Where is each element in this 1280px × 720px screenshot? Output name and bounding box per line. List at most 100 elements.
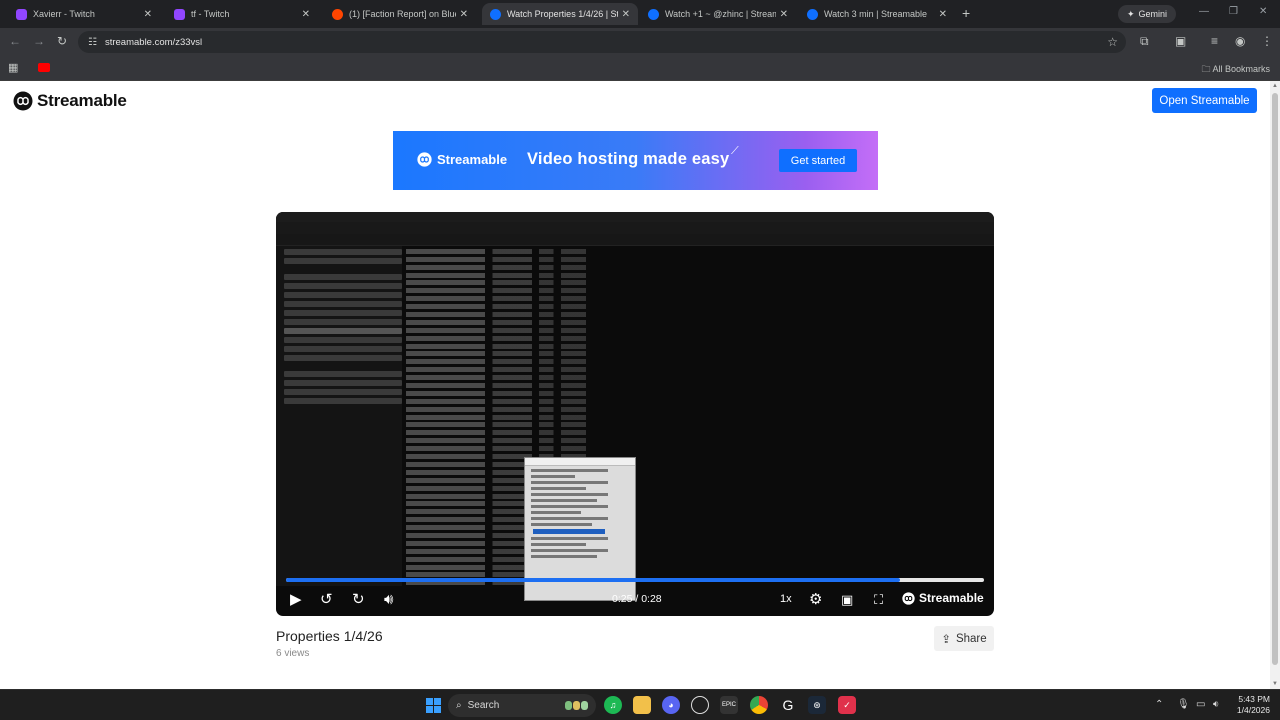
reddit-icon bbox=[332, 8, 343, 20]
streamable-logo[interactable]: Streamable bbox=[13, 91, 127, 111]
speed-button[interactable]: 1x bbox=[780, 593, 792, 605]
file-explorer-icon[interactable] bbox=[633, 696, 651, 714]
view-count: 6 views bbox=[276, 648, 310, 659]
back-icon[interactable]: ← bbox=[9, 34, 21, 48]
video-frame-titlebar bbox=[276, 212, 994, 222]
volume-icon[interactable]: 🔊︎ bbox=[384, 590, 393, 610]
streamable-icon bbox=[807, 8, 818, 20]
video-frame-file-row bbox=[406, 414, 586, 420]
close-icon[interactable]: ✕ bbox=[939, 9, 947, 20]
streamable-watermark[interactable]: Streamable bbox=[902, 591, 984, 605]
video-frame-file-row bbox=[406, 335, 586, 341]
page-scrollbar[interactable]: ▲ ▼ bbox=[1270, 81, 1280, 689]
site-info-icon[interactable]: ☷ bbox=[88, 37, 97, 48]
bookmark-star-icon[interactable]: ☆ bbox=[1107, 35, 1118, 49]
apps-grid-icon[interactable]: ▦ bbox=[8, 61, 18, 74]
picture-in-picture-icon[interactable]: ▣ bbox=[841, 590, 853, 610]
settings-gear-icon[interactable]: ⚙ bbox=[809, 590, 822, 610]
progress-bar[interactable] bbox=[286, 578, 984, 582]
streamable-icon bbox=[648, 8, 659, 20]
speaker-icon[interactable]: 🔉︎ bbox=[1213, 699, 1219, 710]
ad-logo-text: Streamable bbox=[437, 152, 508, 167]
folder-icon: 🗀 bbox=[1201, 64, 1211, 74]
twitch-icon bbox=[16, 8, 27, 20]
sparkle-icon: ✦ bbox=[1127, 8, 1135, 19]
window-close-icon[interactable]: ✕ bbox=[1259, 6, 1267, 17]
streamable-logo-icon bbox=[13, 91, 33, 111]
forward-icon[interactable]: → bbox=[33, 34, 45, 48]
windows-taskbar: ⌕ Search ♫ ◕ EPIC G ⊛ ✓ ⌃ 🎙︎ ▭ 🔉︎ 5:43 P… bbox=[0, 689, 1280, 720]
tab-search-icon[interactable]: ≡ bbox=[1211, 34, 1218, 48]
tab-faction-report[interactable]: (1) [Faction Report] on Blue zo ✕ bbox=[324, 3, 476, 25]
address-bar[interactable]: ☷ streamable.com/z33vsl ☆ bbox=[78, 31, 1126, 53]
ad-logo: Streamable bbox=[417, 152, 507, 167]
network-icon[interactable]: ▭ bbox=[1196, 699, 1205, 710]
play-icon[interactable]: ▶ bbox=[290, 590, 302, 610]
tab-watch-zhinc[interactable]: Watch +1 ~ @zhinc | Streamabl ✕ bbox=[640, 3, 796, 25]
tab-watch-properties[interactable]: Watch Properties 1/4/26 | Strea ✕ bbox=[482, 3, 638, 25]
video-frame-file-row bbox=[406, 406, 586, 412]
tab-tf[interactable]: tf - Twitch ✕ bbox=[166, 3, 318, 25]
forward-skip-icon[interactable]: ↻ bbox=[352, 590, 365, 610]
video-frame-file-row bbox=[406, 343, 586, 349]
taskbar-search[interactable]: ⌕ Search bbox=[448, 694, 596, 717]
browser-chrome: Xavierr - Twitch ✕ tf - Twitch ✕ (1) [Fa… bbox=[0, 0, 1280, 81]
all-bookmarks-button[interactable]: 🗀 All Bookmarks bbox=[1201, 62, 1270, 78]
chrome-icon[interactable] bbox=[750, 696, 768, 714]
tab-label: tf - Twitch bbox=[191, 9, 230, 19]
video-frame-file-row bbox=[406, 351, 586, 357]
app-g-icon[interactable]: G bbox=[779, 696, 797, 714]
open-streamable-button[interactable]: Open Streamable bbox=[1152, 88, 1257, 113]
microphone-icon[interactable]: 🎙︎ bbox=[1177, 699, 1190, 710]
tab-xavierr[interactable]: Xavierr - Twitch ✕ bbox=[8, 3, 160, 25]
extensions-icon[interactable]: ⧉ bbox=[1140, 34, 1149, 49]
video-player[interactable]: ▶ ↺ ↻ 🔊︎ 0:25 / 0:28 1x ⚙ ▣ ⛶ Streamable bbox=[276, 212, 994, 616]
close-icon[interactable]: ✕ bbox=[780, 9, 788, 20]
video-frame-file-row bbox=[406, 280, 586, 286]
tray-chevron-icon[interactable]: ⌃ bbox=[1155, 699, 1163, 710]
share-label: Share bbox=[955, 632, 987, 645]
menu-kebab-icon[interactable]: ⋮ bbox=[1261, 34, 1273, 48]
all-bookmarks-label: All Bookmarks bbox=[1212, 64, 1270, 74]
sparkle-icon: ⟋ bbox=[731, 145, 739, 157]
video-frame-file-row bbox=[406, 288, 586, 294]
youtube-icon[interactable] bbox=[38, 63, 50, 72]
maximize-icon[interactable]: ❐ bbox=[1229, 6, 1238, 17]
app-icon[interactable] bbox=[691, 696, 709, 714]
windows-start-icon[interactable] bbox=[426, 698, 441, 713]
close-icon[interactable]: ✕ bbox=[460, 9, 468, 20]
app-v-icon[interactable]: ✓ bbox=[838, 696, 856, 714]
spotify-icon[interactable]: ♫ bbox=[604, 696, 622, 714]
taskbar-clock[interactable]: 5:43 PM 1/4/2026 bbox=[1228, 694, 1270, 716]
share-button[interactable]: ⇪ Share bbox=[934, 626, 994, 651]
video-frame-file-row bbox=[406, 327, 586, 333]
video-frame-file-row bbox=[406, 446, 586, 452]
tab-label: (1) [Faction Report] on Blue zo bbox=[349, 9, 456, 19]
ad-banner[interactable]: Streamable Video hosting made easy ⟋ Get… bbox=[393, 131, 878, 190]
streamable-icon bbox=[490, 8, 501, 20]
discord-icon[interactable]: ◕ bbox=[662, 696, 680, 714]
scrollbar-thumb[interactable] bbox=[1272, 93, 1278, 665]
ad-tagline: Video hosting made easy bbox=[527, 150, 730, 168]
close-icon[interactable]: ✕ bbox=[302, 9, 310, 20]
fullscreen-icon[interactable]: ⛶ bbox=[874, 590, 883, 610]
close-icon[interactable]: ✕ bbox=[622, 9, 630, 20]
profile-avatar-icon[interactable]: ◉ bbox=[1235, 34, 1245, 48]
reading-mode-icon[interactable]: ▣ bbox=[1175, 34, 1186, 48]
new-tab-button[interactable]: + bbox=[962, 5, 970, 21]
page-content: Streamable Open Streamable Streamable Vi… bbox=[0, 81, 1270, 689]
reload-icon[interactable]: ↻ bbox=[57, 34, 67, 48]
gemini-button[interactable]: ✦ Gemini bbox=[1118, 5, 1177, 23]
steam-icon[interactable]: ⊛ bbox=[808, 696, 826, 714]
epic-games-icon[interactable]: EPIC bbox=[720, 696, 738, 714]
minimize-icon[interactable]: — bbox=[1199, 6, 1209, 17]
get-started-button[interactable]: Get started bbox=[779, 149, 857, 172]
rewind-icon[interactable]: ↺ bbox=[320, 590, 333, 610]
scroll-up-icon[interactable]: ▲ bbox=[1272, 83, 1278, 89]
video-frame-file-row bbox=[406, 248, 586, 254]
tab-watch-3min[interactable]: Watch 3 min | Streamable ✕ bbox=[799, 3, 955, 25]
search-icon: ⌕ bbox=[456, 700, 462, 711]
video-frame-file-row bbox=[406, 438, 586, 444]
close-icon[interactable]: ✕ bbox=[144, 9, 152, 20]
scroll-down-icon[interactable]: ▼ bbox=[1272, 681, 1278, 687]
